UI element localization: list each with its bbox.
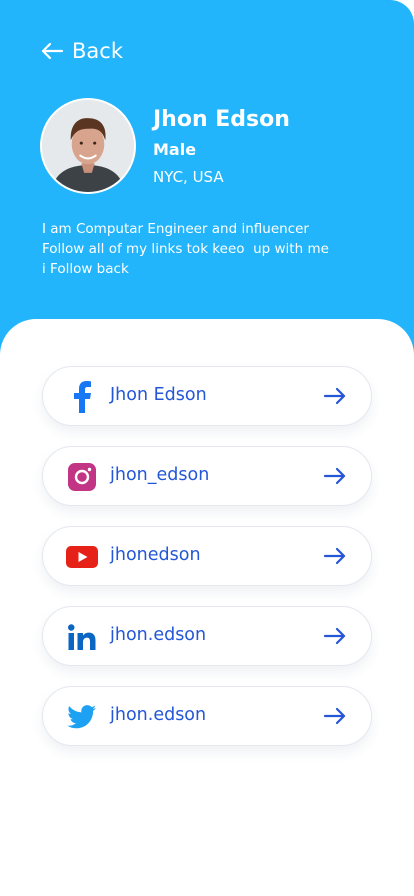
bio-line: I am Computar Engineer and influencer xyxy=(42,221,309,237)
facebook-link[interactable]: Jhon Edson xyxy=(42,366,372,426)
profile-bio: I am Computar Engineer and influencer Fo… xyxy=(42,219,382,279)
avatar xyxy=(40,98,136,194)
profile-name: Jhon Edson xyxy=(153,107,290,132)
arrow-right-icon xyxy=(323,627,346,645)
profile-location: NYC, USA xyxy=(153,168,224,186)
arrow-left-icon xyxy=(41,42,64,60)
instagram-icon xyxy=(66,461,98,493)
youtube-link[interactable]: jhonedson xyxy=(42,526,372,586)
social-links-list: Jhon Edson jhon_edson jhonedson jhon.eds… xyxy=(42,366,372,766)
youtube-icon xyxy=(66,541,98,573)
arrow-right-icon xyxy=(323,707,346,725)
linkedin-icon xyxy=(66,621,98,653)
profile-header: Back Jhon Edson Male NYC, USA I am Compu… xyxy=(0,0,414,360)
bio-line: i Follow back xyxy=(42,261,129,277)
arrow-right-icon xyxy=(323,387,346,405)
back-label: Back xyxy=(72,39,123,63)
link-label: Jhon Edson xyxy=(110,385,207,405)
link-label: jhon.edson xyxy=(110,625,207,645)
profile-screen: Back Jhon Edson Male NYC, USA I am Compu… xyxy=(0,0,414,896)
twitter-link[interactable]: jhon.edson xyxy=(42,686,372,746)
facebook-icon xyxy=(66,381,98,413)
back-button[interactable]: Back xyxy=(40,36,123,66)
arrow-right-icon xyxy=(323,547,346,565)
instagram-link[interactable]: jhon_edson xyxy=(42,446,372,506)
profile-gender: Male xyxy=(153,140,197,159)
twitter-icon xyxy=(66,701,98,733)
bio-line: Follow all of my links tok keeo up with … xyxy=(42,241,329,257)
link-label: jhon_edson xyxy=(110,465,210,485)
link-label: jhon.edson xyxy=(110,705,207,725)
link-label: jhonedson xyxy=(110,545,201,565)
linkedin-link[interactable]: jhon.edson xyxy=(42,606,372,666)
arrow-right-icon xyxy=(323,467,346,485)
